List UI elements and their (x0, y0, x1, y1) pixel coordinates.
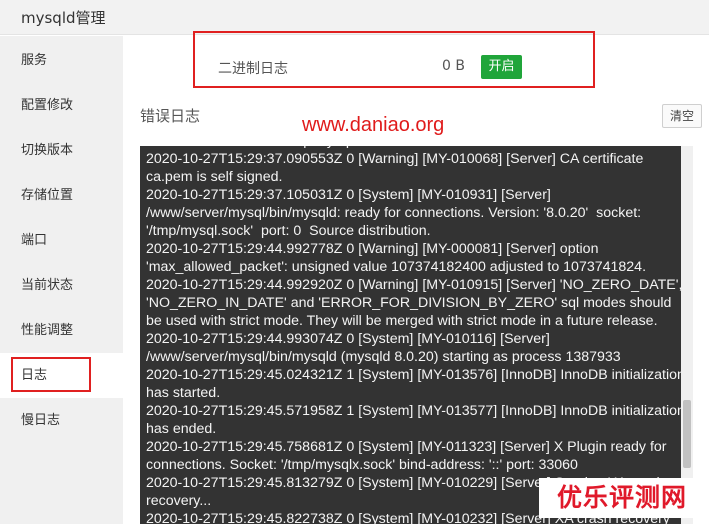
sidebar-item-port[interactable]: 端口 (0, 218, 123, 263)
sidebar-item-config[interactable]: 配置修改 (0, 83, 123, 128)
error-log-title: 错误日志 (140, 107, 201, 125)
binlog-label: 二进制日志 (218, 61, 288, 77)
error-log-content: connections. Socket: '/tmp/mysqlx.sock' … (146, 146, 685, 524)
error-log-viewer[interactable]: connections. Socket: '/tmp/mysqlx.sock' … (140, 146, 693, 524)
sidebar-item-status[interactable]: 当前状态 (0, 263, 123, 308)
window-titlebar: mysqld管理 (0, 0, 709, 35)
log-scrollbar-thumb[interactable] (683, 400, 691, 468)
watermark-url: www.daniao.org (302, 114, 445, 136)
sidebar: 服务 配置修改 切换版本 存储位置 端口 当前状态 性能调整 日志 慢日志 (0, 36, 123, 524)
window-title: mysqld管理 (21, 9, 106, 27)
clear-log-button[interactable]: 清空 (662, 104, 702, 128)
binlog-enable-button[interactable]: 开启 (481, 55, 522, 79)
sidebar-item-performance[interactable]: 性能调整 (0, 308, 123, 353)
sidebar-item-storage[interactable]: 存储位置 (0, 173, 123, 218)
sidebar-item-log[interactable]: 日志 (0, 353, 123, 398)
binlog-size: 0 B (442, 58, 465, 74)
sidebar-item-service[interactable]: 服务 (0, 38, 123, 83)
watermark-corner: 优乐评测网 (539, 478, 705, 518)
sidebar-item-switch-version[interactable]: 切换版本 (0, 128, 123, 173)
sidebar-item-slow-log[interactable]: 慢日志 (0, 398, 123, 443)
